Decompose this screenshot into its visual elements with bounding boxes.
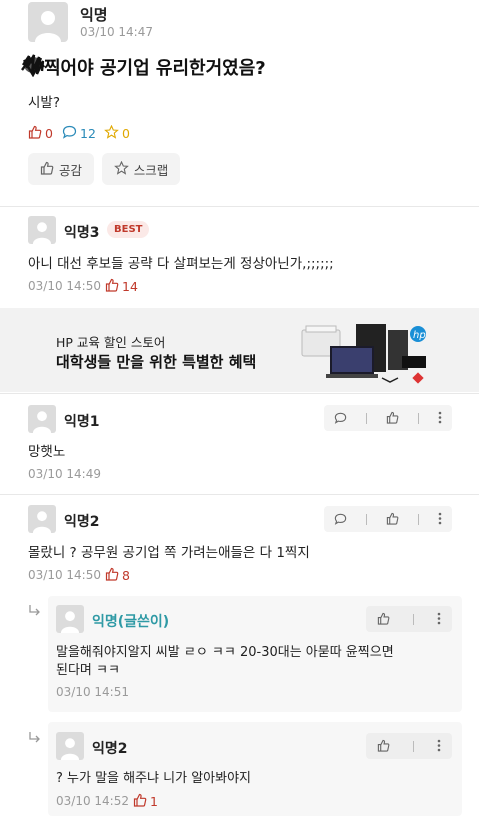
reply-actions — [366, 733, 452, 759]
reply-like-value: 1 — [150, 794, 158, 809]
comment-time: 03/10 14:50 — [28, 279, 101, 293]
separator — [412, 613, 414, 625]
star-icon — [104, 124, 119, 142]
separator — [418, 412, 420, 424]
post-like-count: 0 — [28, 125, 53, 142]
post-scrap-value: 0 — [122, 126, 130, 141]
reply-text: ? 누가 말을 해주냐 니가 알아봐야지 — [56, 771, 252, 786]
separator — [365, 513, 367, 525]
comment-author: 익명1 — [64, 414, 100, 430]
reply-time: 03/10 14:51 — [56, 685, 129, 699]
more-vertical-icon[interactable] — [438, 409, 442, 428]
separator — [418, 513, 420, 525]
comment-actions — [324, 506, 452, 532]
comment-like-value: 8 — [122, 568, 130, 583]
comment-like-value: 14 — [122, 279, 138, 294]
best-badge: BEST — [107, 221, 150, 238]
thumbs-up-icon — [105, 278, 119, 295]
reply-text-line2: 된다며 ㅋㅋ — [56, 663, 120, 678]
post-like-value: 0 — [45, 126, 53, 141]
thumbs-up-icon — [133, 793, 147, 810]
ad-product-image: hp — [300, 316, 440, 386]
separator — [365, 412, 367, 424]
reply-avatar — [56, 605, 84, 633]
reply-like-count: 1 — [133, 793, 158, 810]
thumbs-up-icon[interactable] — [377, 610, 390, 629]
ad-line2: 대학생들 만을 위한 특별한 혜택 — [56, 353, 257, 371]
divider — [0, 494, 479, 495]
post-title: 찍어야 공기업 유리한거였음? — [44, 58, 266, 79]
comment-text: 아니 대선 후보들 공략 다 살펴보는게 정상아닌가,;;;;;; — [28, 256, 334, 272]
reply-author: 익명(글쓴이) — [92, 614, 170, 630]
reply-icon[interactable] — [334, 510, 347, 529]
post-time: 03/10 14:47 — [80, 25, 153, 39]
comment-time: 03/10 14:49 — [28, 467, 101, 481]
post-scrap-count: 0 — [104, 124, 130, 142]
thumbs-up-icon[interactable] — [386, 409, 399, 428]
thumbs-up-icon — [40, 161, 54, 178]
like-button-label: 공감 — [58, 162, 82, 178]
reply-text-line1: 말을해줘야지알지 씨발 ㄹㅇ ㅋㅋ 20-30대는 아묻따 윤찍으면 — [56, 645, 394, 660]
comment-like-count: 8 — [105, 567, 130, 584]
comment-like-count: 14 — [105, 278, 138, 295]
post-author-name: 익명 — [80, 6, 108, 24]
comment-text: 몰랐니 ? 공무원 공기업 쪽 가려는애들은 다 1찍지 — [28, 545, 310, 561]
divider — [0, 206, 479, 207]
comment-time: 03/10 14:50 — [28, 568, 101, 582]
reply-time: 03/10 14:52 — [56, 794, 129, 808]
reply-arrow-icon — [28, 730, 42, 749]
more-vertical-icon[interactable] — [438, 510, 442, 529]
scrap-button[interactable]: 스크랩 — [102, 153, 180, 185]
scrap-button-label: 스크랩 — [133, 162, 169, 178]
comment-text: 망햇노 — [28, 444, 66, 460]
star-icon — [113, 160, 129, 178]
ad-line1: HP 교육 할인 스토어 — [56, 335, 166, 350]
svg-text:hp: hp — [413, 330, 426, 341]
post-body: 시발? — [28, 95, 61, 111]
comment-author: 익명3 — [64, 225, 100, 241]
thumbs-up-icon[interactable] — [377, 737, 390, 756]
thumbs-up-icon — [28, 125, 42, 142]
comment-avatar — [28, 505, 56, 533]
post-comment-value: 12 — [80, 126, 96, 141]
post-author-avatar — [28, 2, 68, 42]
divider — [0, 393, 479, 394]
thumbs-up-icon[interactable] — [386, 510, 399, 529]
ad-banner[interactable]: HP 교육 할인 스토어 대학생들 만을 위한 특별한 혜택 hp — [0, 308, 479, 392]
reply-avatar — [56, 732, 84, 760]
separator — [412, 740, 414, 752]
like-button[interactable]: 공감 — [28, 153, 94, 185]
reply-icon[interactable] — [334, 409, 347, 428]
comment-avatar — [28, 405, 56, 433]
more-vertical-icon[interactable] — [437, 737, 441, 756]
comment-author: 익명2 — [64, 514, 100, 530]
reply-arrow-icon — [28, 603, 42, 622]
comment-actions — [324, 405, 452, 431]
more-vertical-icon[interactable] — [437, 610, 441, 629]
comment-avatar — [28, 216, 56, 244]
redacted-scribble — [20, 53, 46, 78]
thumbs-up-icon — [105, 567, 119, 584]
post-comment-count: 12 — [62, 125, 96, 142]
reply-actions — [366, 606, 452, 632]
reply-author: 익명2 — [92, 741, 128, 757]
comment-bubble-icon — [62, 125, 77, 142]
